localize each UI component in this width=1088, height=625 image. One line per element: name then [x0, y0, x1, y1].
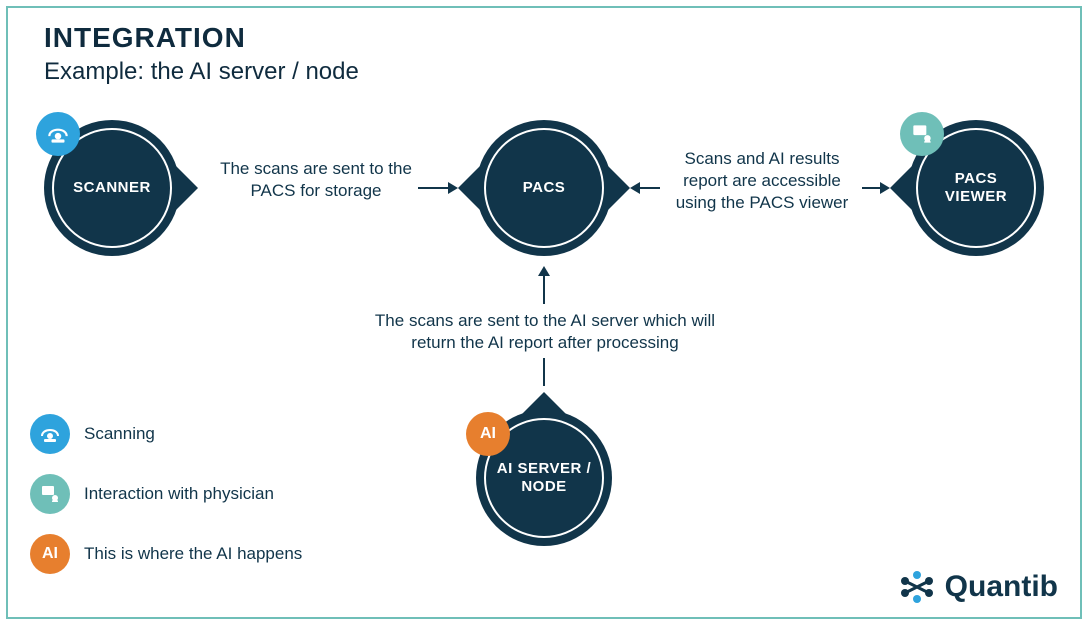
legend-label: Scanning	[84, 424, 155, 444]
node-inner: PACS	[484, 128, 604, 248]
arrow-line	[418, 187, 448, 189]
arrow-head	[880, 182, 890, 194]
scanner-icon	[30, 414, 70, 454]
arrow-line	[640, 187, 660, 189]
scanner-glyph	[45, 121, 71, 147]
arrow-head	[448, 182, 458, 194]
node-pacs-viewer: PACS VIEWER	[908, 120, 1044, 256]
legend-item-physician: Interaction with physician	[30, 474, 274, 514]
scanner-glyph	[38, 422, 62, 446]
edge-pacs-viewer: Scans and AI results report are accessib…	[662, 148, 862, 214]
ai-badge-label: AI	[480, 425, 496, 443]
legend-label: This is where the AI happens	[84, 544, 302, 564]
edge-pacs-ai: The scans are sent to the AI server whic…	[360, 310, 730, 354]
arrow-head	[630, 182, 640, 194]
ai-badge-icon: AI	[466, 412, 510, 456]
legend-item-scanning: Scanning	[30, 414, 155, 454]
arrow-line	[543, 276, 545, 304]
viewer-glyph	[909, 121, 935, 147]
page-subtitle: Example: the AI server / node	[44, 58, 359, 86]
node-ai-server: AI SERVER / NODE AI	[476, 410, 612, 546]
edge-scanner-pacs: The scans are sent to the PACS for stora…	[216, 158, 416, 202]
page-title: INTEGRATION	[44, 22, 246, 54]
brand-logo: Quantib	[897, 567, 1058, 607]
node-label: PACS	[515, 179, 574, 197]
node-label: AI SERVER / NODE	[486, 460, 602, 496]
brand-name: Quantib	[945, 570, 1058, 604]
node-label: PACS VIEWER	[918, 170, 1034, 206]
legend-label: Interaction with physician	[84, 484, 274, 504]
viewer-glyph	[38, 482, 62, 506]
node-scanner: SCANNER	[44, 120, 180, 256]
viewer-icon	[30, 474, 70, 514]
node-pacs: PACS	[476, 120, 612, 256]
arrow-head	[538, 266, 550, 276]
scanner-icon	[36, 112, 80, 156]
arrow-line	[543, 358, 545, 386]
arrow-line	[862, 187, 880, 189]
viewer-icon	[900, 112, 944, 156]
node-label: SCANNER	[65, 179, 159, 197]
ai-badge-icon: AI	[30, 534, 70, 574]
logo-icon	[897, 567, 937, 607]
ai-badge-label: AI	[42, 545, 58, 563]
legend-item-ai: AI This is where the AI happens	[30, 534, 302, 574]
